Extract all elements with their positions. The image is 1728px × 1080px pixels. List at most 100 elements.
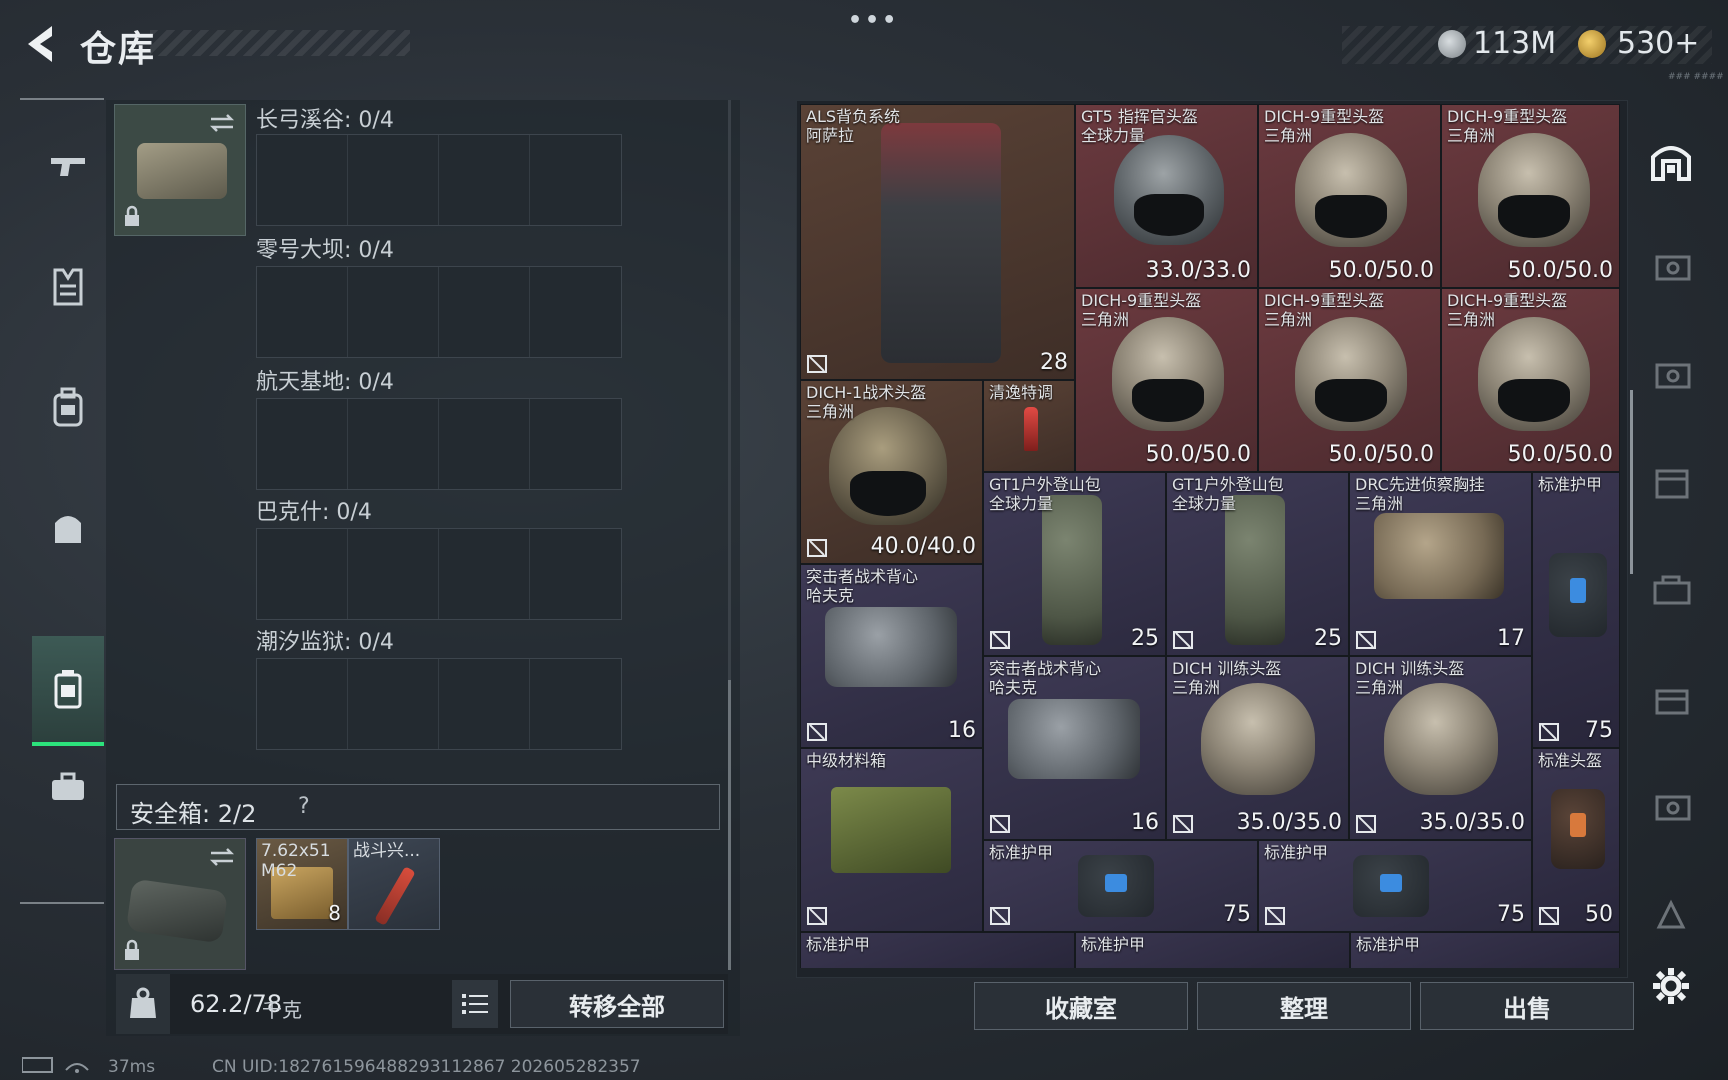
vest-image bbox=[825, 607, 957, 687]
inventory-item[interactable]: DRC先进侦察胸挂 三角洲 17 bbox=[1349, 472, 1532, 656]
sort-button[interactable]: 整理 bbox=[1197, 982, 1411, 1030]
swap-icon[interactable] bbox=[207, 847, 237, 867]
inventory-scrollbar[interactable] bbox=[1630, 390, 1633, 574]
inventory-item[interactable]: GT1户外登山包 全球力量 25 bbox=[983, 472, 1166, 656]
inventory-item[interactable]: 标准护甲 bbox=[1075, 932, 1350, 968]
storage-tab-icon[interactable] bbox=[1646, 678, 1696, 722]
battery-wifi-icon bbox=[21, 1057, 89, 1073]
scrollbar-track bbox=[728, 100, 731, 680]
helmet-image bbox=[1201, 683, 1315, 795]
map-slot-grid[interactable] bbox=[256, 398, 622, 490]
weight-lock[interactable] bbox=[116, 974, 170, 1034]
inventory-item[interactable]: DICH 训练头盔 三角洲 35.0/35.0 bbox=[1166, 656, 1349, 840]
nav-item-weapons[interactable] bbox=[32, 112, 104, 222]
version-text: ### #### bbox=[1668, 72, 1724, 82]
container-image bbox=[137, 143, 227, 199]
item-name: DICH-9重型头盔 三角洲 bbox=[1447, 291, 1568, 329]
inventory-item[interactable]: DICH-1战术头盔 三角洲 40.0/40.0 bbox=[800, 380, 983, 564]
inventory-item[interactable]: GT5 指挥官头盔 全球力量 33.0/33.0 bbox=[1075, 104, 1258, 288]
nav-item-backpack[interactable] bbox=[32, 352, 104, 462]
storage-tab-icon[interactable] bbox=[1646, 892, 1696, 936]
safebox-item-ammo[interactable]: 7.62x51 M62 8 bbox=[256, 838, 348, 930]
safebox-item-stim[interactable]: 战斗兴... bbox=[348, 838, 440, 930]
settings-gear-icon[interactable] bbox=[1646, 964, 1696, 1008]
nav-item-safebox[interactable] bbox=[32, 636, 104, 746]
inventory-item[interactable]: 突击者战术背心 哈夫克 16 bbox=[983, 656, 1166, 840]
map-slot-grid[interactable] bbox=[256, 528, 622, 620]
list-view-button[interactable] bbox=[452, 980, 498, 1028]
armor-image bbox=[1549, 553, 1607, 637]
storage-tab-icon[interactable] bbox=[1646, 784, 1696, 828]
map-slot-grid[interactable] bbox=[256, 658, 622, 750]
more-menu-icon[interactable]: ••• bbox=[848, 8, 899, 33]
title-decoration bbox=[150, 30, 410, 56]
inventory-item[interactable]: 标准头盔 50 bbox=[1532, 748, 1620, 932]
inventory-item[interactable]: DICH-9重型头盔 三角洲 50.0/50.0 bbox=[1441, 104, 1620, 288]
backpack-image bbox=[881, 123, 1001, 363]
safe-box-label: 安全箱: 2/2 bbox=[130, 800, 257, 828]
vest-icon bbox=[53, 268, 83, 306]
item-capacity: 28 bbox=[1040, 350, 1068, 375]
nav-item-armor[interactable] bbox=[32, 232, 104, 342]
item-name: DICH-9重型头盔 三角洲 bbox=[1264, 107, 1385, 145]
item-name: 7.62x51 M62 bbox=[261, 841, 331, 881]
item-capacity: 16 bbox=[948, 718, 976, 743]
storage-tab-icon[interactable] bbox=[1646, 460, 1696, 504]
map-slot-grid[interactable] bbox=[256, 266, 622, 358]
silver-coin-icon bbox=[1438, 30, 1466, 58]
map-slot-grid[interactable] bbox=[256, 134, 622, 226]
warehouse-icon[interactable] bbox=[1646, 138, 1696, 182]
helmet-image bbox=[1114, 135, 1224, 245]
storage-tab-icon[interactable] bbox=[1646, 352, 1696, 396]
inventory-item[interactable]: 清逸特调 bbox=[983, 380, 1075, 472]
bag-icon bbox=[55, 516, 81, 543]
scrollbar-thumb[interactable] bbox=[728, 680, 731, 970]
no-trade-icon bbox=[807, 539, 827, 557]
no-trade-icon bbox=[807, 723, 827, 741]
collection-room-button[interactable]: 收藏室 bbox=[974, 982, 1188, 1030]
gold-coin-icon bbox=[1578, 30, 1606, 58]
inventory-item[interactable]: ALS背负系统 阿萨拉 28 bbox=[800, 104, 1075, 380]
inventory-item[interactable]: 标准护甲 bbox=[800, 932, 1075, 968]
armor-image bbox=[1353, 855, 1429, 917]
inventory-item[interactable]: 突击者战术背心 哈夫克 16 bbox=[800, 564, 983, 748]
item-durability: 33.0/33.0 bbox=[1145, 258, 1251, 283]
storage-tab-icon[interactable] bbox=[1646, 568, 1696, 612]
inventory-item[interactable]: DICH-9重型头盔 三角洲 50.0/50.0 bbox=[1075, 288, 1258, 472]
uid-text: CN UID:1827615964882931128​67 2026052823… bbox=[212, 1057, 641, 1077]
swap-icon[interactable] bbox=[207, 113, 237, 133]
nav-item-briefcase[interactable] bbox=[32, 732, 104, 842]
inventory-item[interactable]: 标准护甲 75 bbox=[1532, 472, 1620, 748]
item-name: 中级材料箱 bbox=[806, 751, 887, 770]
back-arrow-icon[interactable] bbox=[20, 22, 60, 66]
item-durability: 50.0/50.0 bbox=[1145, 442, 1251, 467]
transfer-all-button[interactable]: 转移全部 bbox=[510, 980, 724, 1028]
item-name: 标准护甲 bbox=[1356, 935, 1421, 954]
inventory-item[interactable]: 标准护甲 75 bbox=[1258, 840, 1532, 932]
helmet-image bbox=[1112, 317, 1224, 431]
item-name: 标准护甲 bbox=[1081, 935, 1146, 954]
inventory-item[interactable]: GT1户外登山包 全球力量 25 bbox=[1166, 472, 1349, 656]
inventory-item[interactable]: 标准护甲 bbox=[1350, 932, 1620, 968]
inventory-item[interactable]: DICH 训练头盔 三角洲 35.0/35.0 bbox=[1349, 656, 1532, 840]
inventory-item[interactable]: 中级材料箱 bbox=[800, 748, 983, 932]
inventory-item[interactable]: DICH-9重型头盔 三角洲 50.0/50.0 bbox=[1258, 288, 1441, 472]
safebox-container-card[interactable] bbox=[114, 838, 246, 970]
chest-rig-image bbox=[1374, 513, 1504, 599]
inventory-item[interactable]: DICH-9重型头盔 三角洲 50.0/50.0 bbox=[1441, 288, 1620, 472]
help-icon[interactable]: ? bbox=[298, 794, 310, 819]
map-slot-label: 航天基地: 0/4 bbox=[256, 370, 394, 395]
item-name: 战斗兴... bbox=[353, 841, 421, 861]
equipped-container-card[interactable] bbox=[114, 104, 246, 236]
helmet-image bbox=[1295, 317, 1407, 431]
item-durability: 35.0/35.0 bbox=[1236, 810, 1342, 835]
inventory-item[interactable]: DICH-9重型头盔 三角洲 50.0/50.0 bbox=[1258, 104, 1441, 288]
no-trade-icon bbox=[1173, 815, 1193, 833]
inventory-item[interactable]: 标准护甲 75 bbox=[983, 840, 1258, 932]
storage-tab-icon[interactable] bbox=[1646, 244, 1696, 288]
vest-image bbox=[1008, 699, 1140, 779]
item-name: 标准护甲 bbox=[1264, 843, 1329, 862]
nav-item-chest-rig[interactable] bbox=[32, 472, 104, 582]
sell-button[interactable]: 出售 bbox=[1420, 982, 1634, 1030]
coupon-amount[interactable]: 530+ bbox=[1617, 26, 1699, 61]
